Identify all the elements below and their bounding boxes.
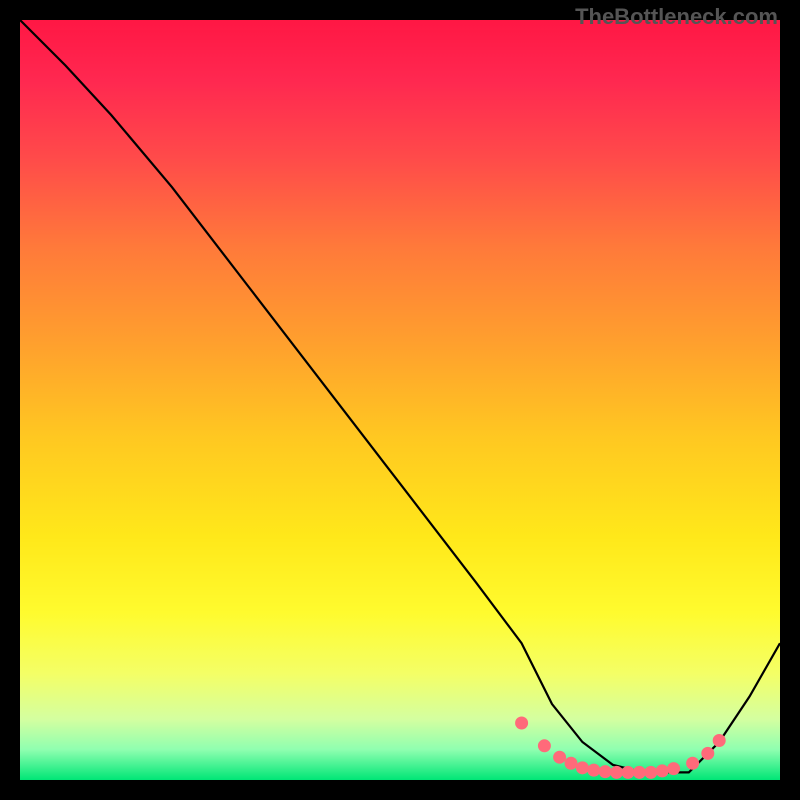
- marker-dot: [576, 761, 589, 774]
- marker-dot: [622, 766, 635, 779]
- marker-dot: [515, 717, 528, 730]
- marker-dot: [599, 765, 612, 778]
- marker-dot: [553, 751, 566, 764]
- marker-dot: [644, 766, 657, 779]
- marker-dot: [633, 766, 646, 779]
- marker-dot: [686, 757, 699, 770]
- marker-dot: [656, 764, 669, 777]
- chart-background: [20, 20, 780, 780]
- marker-dot: [610, 766, 623, 779]
- chart-svg: [20, 20, 780, 780]
- watermark-text: TheBottleneck.com: [575, 4, 778, 30]
- plot-area: [20, 20, 780, 780]
- chart-container: TheBottleneck.com: [0, 0, 800, 800]
- marker-dot: [565, 757, 578, 770]
- marker-dot: [667, 762, 680, 775]
- marker-dot: [587, 764, 600, 777]
- marker-dot: [713, 734, 726, 747]
- marker-dot: [701, 747, 714, 760]
- marker-dot: [538, 739, 551, 752]
